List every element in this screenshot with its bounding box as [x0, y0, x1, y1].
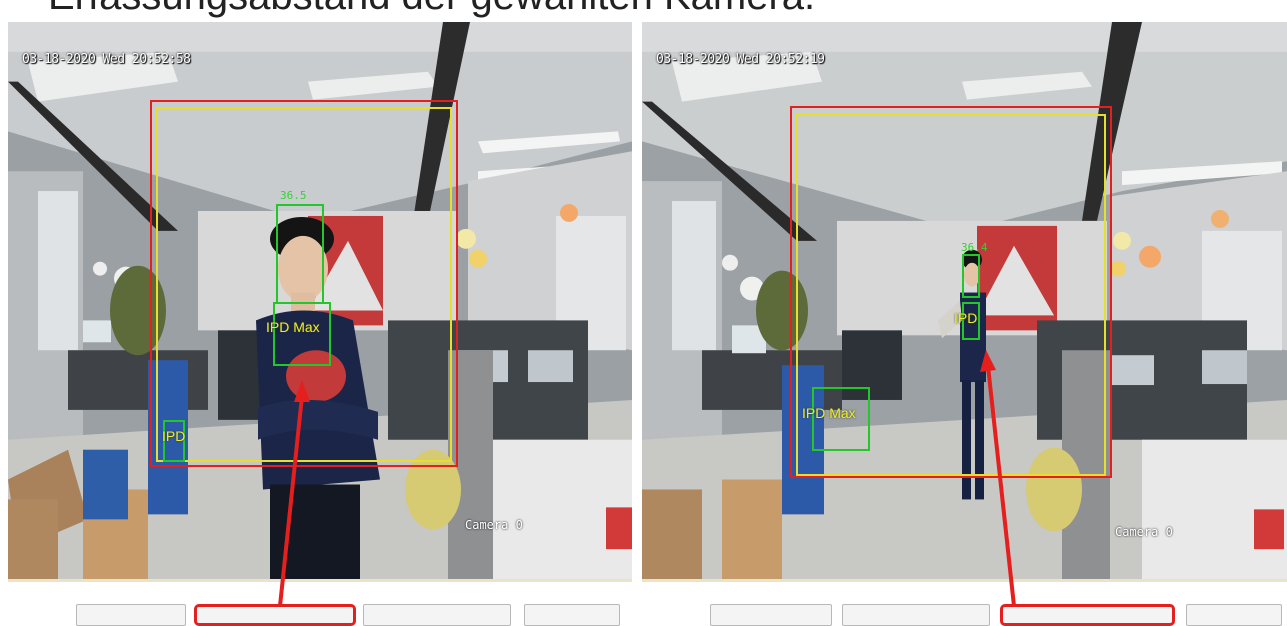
face-box — [276, 204, 324, 304]
ipd-max-label: IPD Max — [802, 405, 856, 421]
face-value: 36.5 — [280, 189, 307, 202]
toolbar-button-8[interactable] — [1186, 604, 1282, 626]
toolbar-button-4[interactable] — [524, 604, 620, 626]
toolbar-button-3[interactable] — [363, 604, 511, 626]
camera-view-left: 03-18-2020 Wed 20:52:58 36.5 IPD Max IPD… — [8, 22, 632, 582]
toolbar-button-7-selected[interactable] — [1000, 604, 1175, 626]
ipd-min-label: IPD — [162, 428, 186, 444]
toolbar-button-5[interactable] — [710, 604, 832, 626]
timestamp-overlay: 03-18-2020 Wed 20:52:58 — [22, 52, 191, 67]
timestamp-overlay: 03-18-2020 Wed 20:52:19 — [656, 52, 825, 67]
camera-view-right: 03-18-2020 Wed 20:52:19 36.4 IPD IPD Max… — [642, 22, 1287, 582]
toolbar-button-1[interactable] — [76, 604, 186, 626]
ipd-min-label: IPD — [954, 310, 978, 326]
camera-label: Camera 0 — [1115, 525, 1173, 539]
face-value: 36.4 — [961, 241, 988, 254]
slide-title: Erfassungsabstand der gewählten Kamera. — [48, 0, 815, 19]
toolbar-button-2-selected[interactable] — [194, 604, 356, 626]
toolbar-button-6[interactable] — [842, 604, 990, 626]
ipd-max-label: IPD Max — [266, 319, 320, 335]
face-box — [962, 254, 980, 298]
camera-label: Camera 0 — [465, 518, 523, 532]
